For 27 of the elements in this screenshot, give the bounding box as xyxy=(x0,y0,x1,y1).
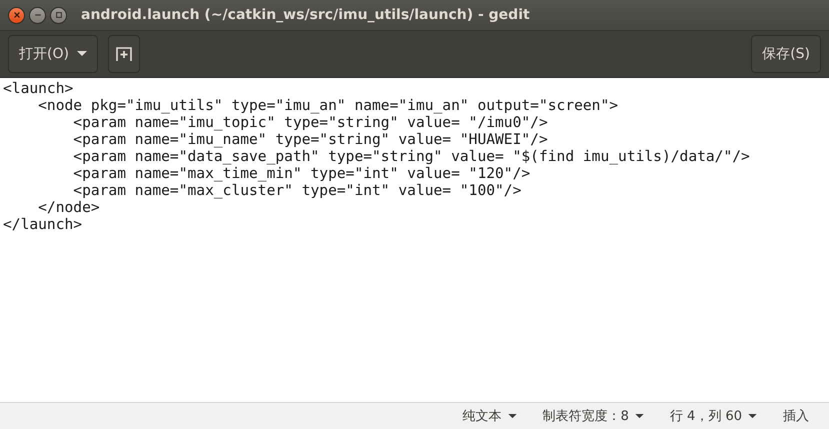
save-button[interactable]: 保存(S) xyxy=(751,35,821,73)
code-line: <node pkg="imu_utils" type="imu_an" name="imu_an" output="screen"> xyxy=(37,97,620,114)
code-line: </launch> xyxy=(2,216,84,233)
close-icon xyxy=(12,11,20,19)
close-button[interactable] xyxy=(8,6,25,24)
new-tab-button[interactable] xyxy=(108,35,140,73)
language-dropdown[interactable]: 纯文本 xyxy=(452,407,527,425)
code-line: <launch> xyxy=(2,80,74,97)
maximize-icon xyxy=(54,11,62,19)
new-document-icon xyxy=(116,47,132,61)
code-line: <param name="imu_topic" type="string" value= "/imu0"/> xyxy=(72,114,549,131)
minimize-button[interactable] xyxy=(29,6,46,24)
caret-icon xyxy=(748,414,757,418)
insert-mode-button[interactable]: 插入 xyxy=(773,407,819,425)
cursor-position-dropdown[interactable]: 行 4，列 60 xyxy=(660,407,767,425)
caret-icon xyxy=(634,414,644,418)
maximize-button[interactable] xyxy=(50,6,67,24)
tab-width-dropdown[interactable]: 制表符宽度：8 xyxy=(532,407,654,425)
code-line: </node> xyxy=(37,199,101,216)
caret-icon xyxy=(76,51,87,57)
code-line: <param name="max_cluster" type="int" value= "100"/> xyxy=(72,182,522,199)
code-line: <param name="imu_name" type="string" value= "HUAWEI"/> xyxy=(72,131,549,148)
code-line: <param name="data_save_path" type="string" value= "$(find imu_utils)/data/"/> xyxy=(72,148,751,165)
code-line: <param name="max_time_min" type="int" value= "120"/> xyxy=(72,165,532,182)
window-title: android.launch (~/catkin_ws/src/imu_utils/launch) - gedit xyxy=(81,7,530,23)
caret-icon xyxy=(508,414,517,418)
open-button[interactable]: 打开(O) xyxy=(8,35,98,73)
